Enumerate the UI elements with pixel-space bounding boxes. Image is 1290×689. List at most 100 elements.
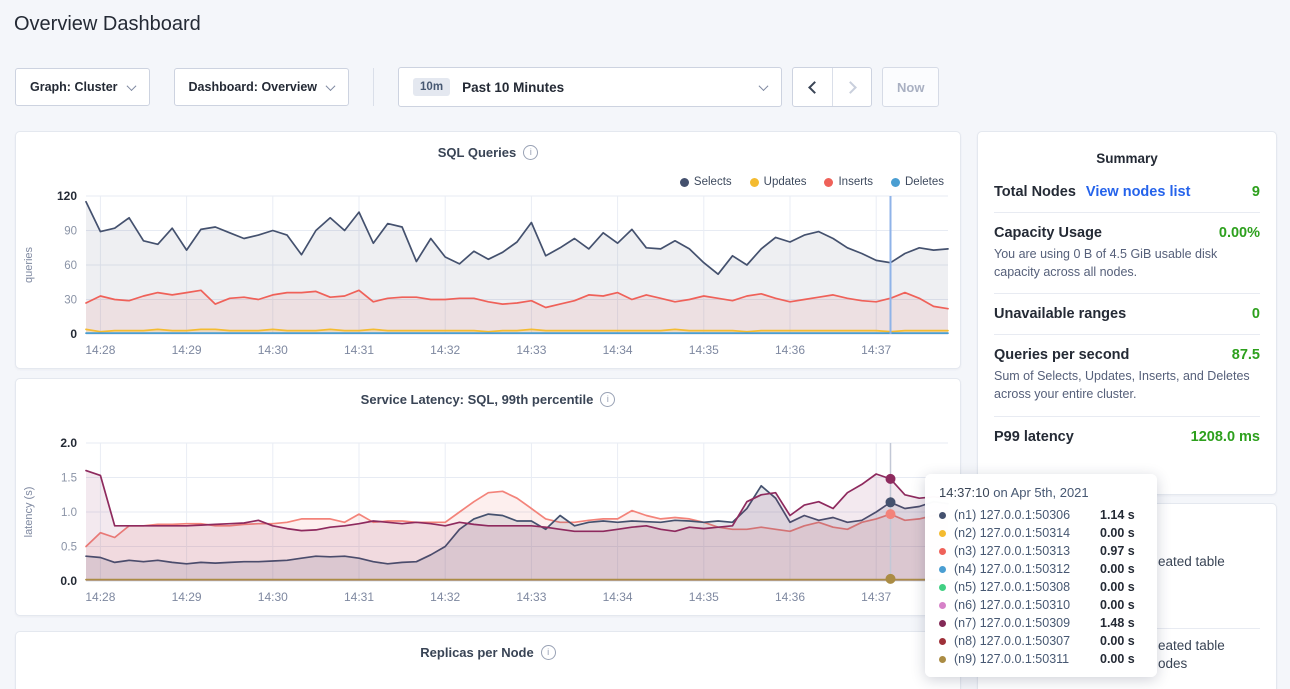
tooltip-node-latency: 0.00 s bbox=[1100, 562, 1135, 576]
tooltip-timestamp: 14:37:10 on Apr 5th, 2021 bbox=[939, 485, 1143, 500]
time-backward-button[interactable] bbox=[793, 68, 832, 106]
tooltip-node-address: (n2) 127.0.0.1:50314 bbox=[954, 526, 1100, 540]
legend-dot-icon bbox=[824, 178, 833, 187]
legend-dot-icon bbox=[891, 178, 900, 187]
svg-text:90: 90 bbox=[64, 226, 77, 238]
service-latency-chart[interactable]: 0.00.51.01.52.014:2814:2914:3014:3114:32… bbox=[16, 435, 961, 611]
tooltip-node-address: (n7) 127.0.0.1:50309 bbox=[954, 616, 1100, 630]
service-latency-card: Service Latency: SQL, 99th percentile i … bbox=[15, 378, 961, 616]
summary-value: 0.00% bbox=[1219, 225, 1260, 241]
legend-item: Inserts bbox=[824, 176, 873, 188]
svg-text:14:33: 14:33 bbox=[516, 343, 546, 357]
sql-queries-legend: Selects Updates Inserts Deletes bbox=[680, 176, 944, 188]
dashboard-toolbar: Graph: Cluster Dashboard: Overview 10m P… bbox=[15, 67, 939, 107]
tooltip-node-row: (n6) 127.0.0.1:503100.00 s bbox=[939, 596, 1143, 614]
summary-label: Total Nodes bbox=[994, 184, 1076, 200]
tooltip-node-address: (n8) 127.0.0.1:50307 bbox=[954, 634, 1100, 648]
sql-queries-card: SQL Queries i Selects Updates Inserts Delet… bbox=[15, 131, 961, 369]
tooltip-node-latency: 1.48 s bbox=[1100, 616, 1135, 630]
time-range-badge: 10m bbox=[413, 78, 450, 96]
charts-column: SQL Queries i Selects Updates Inserts Delet… bbox=[15, 131, 961, 689]
summary-label: Unavailable ranges bbox=[994, 306, 1126, 322]
info-icon[interactable]: i bbox=[523, 145, 538, 160]
svg-text:14:30: 14:30 bbox=[258, 590, 288, 604]
svg-text:14:29: 14:29 bbox=[172, 343, 202, 357]
chevron-right-icon bbox=[844, 81, 857, 94]
node-color-dot-icon bbox=[939, 530, 946, 537]
tooltip-node-row: (n5) 127.0.0.1:503080.00 s bbox=[939, 578, 1143, 596]
svg-text:14:33: 14:33 bbox=[516, 590, 546, 604]
svg-text:14:36: 14:36 bbox=[775, 343, 805, 357]
info-icon[interactable]: i bbox=[541, 645, 556, 660]
node-color-dot-icon bbox=[939, 512, 946, 519]
chart-title: SQL Queries bbox=[438, 145, 517, 160]
summary-value: 0 bbox=[1252, 306, 1260, 322]
summary-value: 1208.0 ms bbox=[1191, 429, 1260, 445]
node-color-dot-icon bbox=[939, 620, 946, 627]
legend-label: Selects bbox=[694, 176, 732, 188]
svg-text:14:31: 14:31 bbox=[344, 343, 374, 357]
event-text: eated table bbox=[1158, 554, 1225, 569]
time-range-label: Past 10 Minutes bbox=[462, 80, 564, 95]
tooltip-node-row: (n2) 127.0.0.1:503140.00 s bbox=[939, 524, 1143, 542]
svg-text:14:28: 14:28 bbox=[85, 590, 115, 604]
view-nodes-list-link[interactable]: View nodes list bbox=[1086, 184, 1191, 200]
legend-dot-icon bbox=[750, 178, 759, 187]
svg-text:14:36: 14:36 bbox=[775, 590, 805, 604]
tooltip-node-row: (n8) 127.0.0.1:503070.00 s bbox=[939, 632, 1143, 650]
legend-label: Updates bbox=[764, 176, 807, 188]
svg-text:14:32: 14:32 bbox=[430, 343, 460, 357]
legend-label: Deletes bbox=[905, 176, 944, 188]
dashboard-dropdown[interactable]: Dashboard: Overview bbox=[174, 68, 350, 106]
time-range-dropdown[interactable]: 10m Past 10 Minutes bbox=[398, 67, 782, 107]
svg-text:1.0: 1.0 bbox=[61, 507, 77, 519]
time-step-buttons bbox=[792, 67, 872, 107]
info-icon[interactable]: i bbox=[600, 392, 615, 407]
time-forward-button[interactable] bbox=[832, 68, 871, 106]
tooltip-node-latency: 0.00 s bbox=[1100, 580, 1135, 594]
node-color-dot-icon bbox=[939, 566, 946, 573]
sql-queries-chart[interactable]: 030609012014:2814:2914:3014:3114:3214:33… bbox=[16, 188, 961, 364]
dashboard-label: Dashboard: Overview bbox=[189, 80, 318, 94]
tooltip-node-address: (n1) 127.0.0.1:50306 bbox=[954, 508, 1100, 522]
svg-text:14:32: 14:32 bbox=[430, 590, 460, 604]
legend-label: Inserts bbox=[838, 176, 873, 188]
summary-row: Capacity Usage 0.00% You are using 0 B of … bbox=[994, 213, 1260, 293]
svg-text:queries: queries bbox=[23, 246, 35, 283]
event-text: odes bbox=[1158, 656, 1187, 671]
svg-text:14:37: 14:37 bbox=[861, 343, 891, 357]
tooltip-node-latency: 1.14 s bbox=[1100, 508, 1135, 522]
tooltip-node-row: (n1) 127.0.0.1:503061.14 s bbox=[939, 506, 1143, 524]
summary-row: Queries per second87.5Sum of Selects, Up… bbox=[994, 335, 1260, 415]
svg-text:14:35: 14:35 bbox=[689, 590, 719, 604]
svg-text:14:37: 14:37 bbox=[861, 590, 891, 604]
svg-text:2.0: 2.0 bbox=[60, 436, 77, 450]
tooltip-node-latency: 0.00 s bbox=[1100, 634, 1135, 648]
svg-text:0.5: 0.5 bbox=[61, 542, 77, 554]
legend-item: Deletes bbox=[891, 176, 944, 188]
tooltip-node-latency: 0.00 s bbox=[1100, 652, 1135, 666]
chevron-down-icon bbox=[326, 81, 336, 91]
legend-item: Updates bbox=[750, 176, 807, 188]
tooltip-node-address: (n9) 127.0.0.1:50311 bbox=[954, 652, 1100, 666]
summary-label: Capacity Usage bbox=[994, 225, 1102, 241]
graph-scope-dropdown[interactable]: Graph: Cluster bbox=[15, 68, 150, 106]
chevron-left-icon bbox=[808, 81, 821, 94]
summary-value: 9 bbox=[1252, 184, 1260, 200]
chart-title: Service Latency: SQL, 99th percentile bbox=[361, 392, 594, 407]
tooltip-rows: (n1) 127.0.0.1:503061.14 s(n2) 127.0.0.1… bbox=[939, 506, 1143, 668]
summary-row: P99 latency 1208.0 ms bbox=[994, 417, 1260, 457]
replicas-per-node-card: Replicas per Node i bbox=[15, 631, 961, 689]
tooltip-node-row: (n9) 127.0.0.1:503110.00 s bbox=[939, 650, 1143, 668]
tooltip-node-address: (n4) 127.0.0.1:50312 bbox=[954, 562, 1100, 576]
page-title: Overview Dashboard bbox=[14, 13, 201, 36]
node-color-dot-icon bbox=[939, 548, 946, 555]
chevron-down-icon bbox=[759, 81, 769, 91]
legend-dot-icon bbox=[680, 178, 689, 187]
now-button[interactable]: Now bbox=[882, 67, 939, 107]
node-color-dot-icon bbox=[939, 602, 946, 609]
svg-text:latency (s): latency (s) bbox=[23, 487, 35, 538]
summary-description: You are using 0 B of 4.5 GiB usable disk… bbox=[994, 245, 1260, 281]
summary-label: P99 latency bbox=[994, 429, 1074, 445]
legend-item: Selects bbox=[680, 176, 732, 188]
